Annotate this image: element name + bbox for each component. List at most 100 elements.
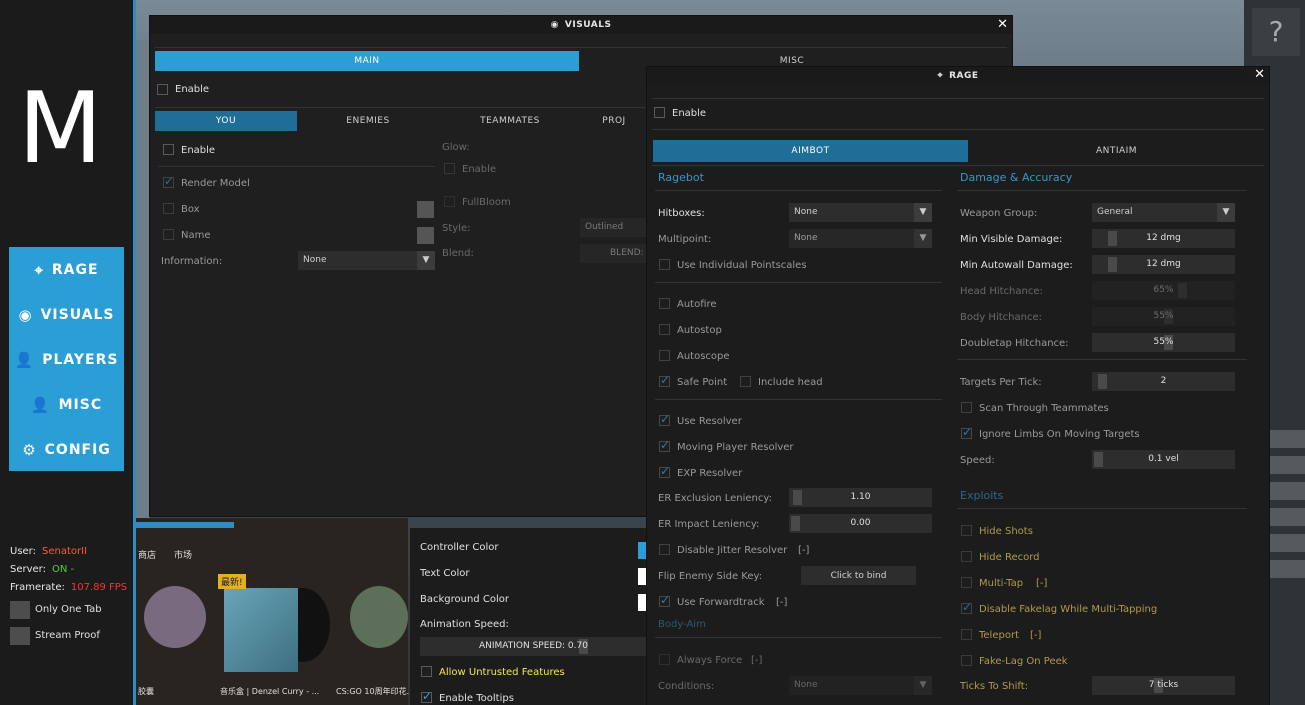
body-hitchance-slider[interactable]: 55% [1092,307,1235,326]
click-to-bind-button[interactable]: Click to bind [801,566,916,585]
enable-tooltips-label: Enable Tooltips [439,693,514,704]
tab-projectiles[interactable]: PROJ [581,111,647,131]
include-head-label: Include head [758,377,823,388]
blend-dropdown[interactable]: BLEND: [580,244,650,263]
multi-tap-checkbox[interactable] [961,577,972,588]
section-exploits: Exploits [960,489,1004,502]
rage-titlebar[interactable]: ⌖ RAGE [647,67,1269,84]
er-exclusion-slider[interactable]: 1.10 [789,488,932,507]
disable-fakelag-checkbox[interactable] [961,600,972,614]
right-bar [1270,534,1305,552]
store-item-label: 音乐盒 | Denzel Curry - ... [220,687,320,696]
close-icon[interactable]: ✕ [1254,67,1265,82]
use-forwardtrack-checkbox[interactable] [659,593,670,607]
multi-tap-keybind[interactable]: [-] [1036,578,1047,589]
multipoint-dropdown[interactable]: None ▼ [789,229,932,248]
nav-label: RAGE [51,261,99,278]
conditions-dropdown[interactable]: None ▼ [789,676,932,695]
doubletap-hitchance-label: Doubletap Hitchance: [960,338,1069,349]
ignore-limbs-checkbox[interactable] [961,425,972,439]
exp-resolver-checkbox[interactable] [659,464,670,478]
sticker-image[interactable] [350,586,408,648]
autofire-checkbox[interactable] [659,298,670,309]
box-color-swatch[interactable] [417,201,434,218]
use-individual-checkbox[interactable] [659,259,670,270]
ticks-to-shift-label: Ticks To Shift: [960,681,1029,692]
tab-teammates[interactable]: TEAMMATES [439,111,581,131]
style-label: Style: [442,223,471,234]
help-button[interactable]: ? [1252,8,1300,56]
tab-enemies[interactable]: ENEMIES [297,111,439,131]
doubletap-hitchance-slider[interactable]: 55% [1092,333,1235,352]
nav-item-rage[interactable]: ⌖ RAGE [9,247,124,292]
safe-point-checkbox[interactable] [659,373,670,387]
tab-aimbot[interactable]: AIMBOT [653,140,968,162]
targets-per-tick-slider[interactable]: 2 [1092,372,1235,391]
fakelag-on-peek-label: Fake-Lag On Peek [979,656,1068,667]
rage-enable-checkbox[interactable] [654,107,665,118]
min-autowall-slider[interactable]: 12 dmg [1092,255,1235,274]
weapon-group-dropdown[interactable]: General ▼ [1092,203,1235,222]
server-status: ON - [52,564,75,575]
capsule-image[interactable] [144,586,206,648]
box-checkbox[interactable] [163,203,174,214]
teleport-keybind[interactable]: [-] [1030,630,1041,641]
use-forwardtrack-keybind[interactable]: [-] [776,597,787,608]
render-model-checkbox[interactable] [163,174,174,188]
speed-slider[interactable]: 0.1 vel [1092,450,1235,469]
allow-untrusted-checkbox[interactable] [421,666,432,677]
tab-antiaim[interactable]: ANTIAIM [968,140,1265,162]
disable-jitter-keybind[interactable]: [-] [798,545,809,556]
store-tab[interactable]: 市场 [174,548,192,561]
animation-speed-slider[interactable]: ANIMATION SPEED: 0.70 [420,637,647,656]
autostop-checkbox[interactable] [659,324,670,335]
disable-jitter-checkbox[interactable] [659,544,670,555]
you-enable-checkbox[interactable] [163,144,174,155]
blend-label: Blend: [442,248,474,259]
name-color-swatch[interactable] [417,227,434,244]
only-one-tab-checkbox[interactable] [10,601,30,619]
teleport-checkbox[interactable] [961,629,972,640]
targets-per-tick-label: Targets Per Tick: [960,377,1042,388]
ticks-to-shift-slider[interactable]: 7 ticks [1092,676,1235,695]
stream-proof-checkbox[interactable] [10,627,30,645]
always-force-keybind[interactable]: [-] [751,655,762,666]
moving-player-resolver-checkbox[interactable] [659,438,670,452]
autostop-label: Autostop [677,325,722,336]
er-impact-slider[interactable]: 0.00 [789,514,932,533]
name-checkbox[interactable] [163,229,174,240]
tab-main[interactable]: MAIN [155,51,579,71]
nav-item-visuals[interactable]: ◉ VISUALS [9,292,124,337]
nav-item-players[interactable]: 👤 PLAYERS [9,337,124,382]
nav-item-config[interactable]: ⚙ CONFIG [9,427,124,472]
min-visible-slider[interactable]: 12 dmg [1092,229,1235,248]
hitboxes-dropdown[interactable]: None ▼ [789,203,932,222]
use-resolver-checkbox[interactable] [659,412,670,426]
include-head-checkbox[interactable] [740,376,751,387]
store-tab[interactable]: 商店 [138,548,156,561]
close-icon[interactable]: ✕ [997,17,1008,32]
fakelag-on-peek-checkbox[interactable] [961,655,972,666]
style-dropdown[interactable]: Outlined [580,218,650,237]
scan-through-checkbox[interactable] [961,402,972,413]
hide-shots-checkbox[interactable] [961,525,972,536]
store-progress [136,522,234,528]
text-color-label: Text Color [420,568,470,579]
multipoint-label: Multipoint: [658,234,712,245]
information-dropdown[interactable]: None ▼ [298,251,435,270]
hide-record-checkbox[interactable] [961,551,972,562]
fullbloom-checkbox[interactable] [444,196,455,207]
autoscope-checkbox[interactable] [659,350,670,361]
always-force-checkbox[interactable] [659,654,670,665]
head-hitchance-slider[interactable]: 65% [1092,281,1235,300]
hide-record-label: Hide Record [979,552,1040,563]
music-kit-image[interactable] [224,588,298,672]
nav-item-misc[interactable]: 👤 MISC [9,382,124,427]
tab-you[interactable]: YOU [155,111,297,131]
chevron-down-icon: ▼ [417,251,435,270]
user-name: SenatorII [42,546,88,557]
enable-tooltips-checkbox[interactable] [421,689,432,703]
visuals-enable-checkbox[interactable] [157,84,168,95]
glow-enable-checkbox[interactable] [444,163,455,174]
visuals-titlebar[interactable]: ◉ VISUALS [150,16,1012,34]
